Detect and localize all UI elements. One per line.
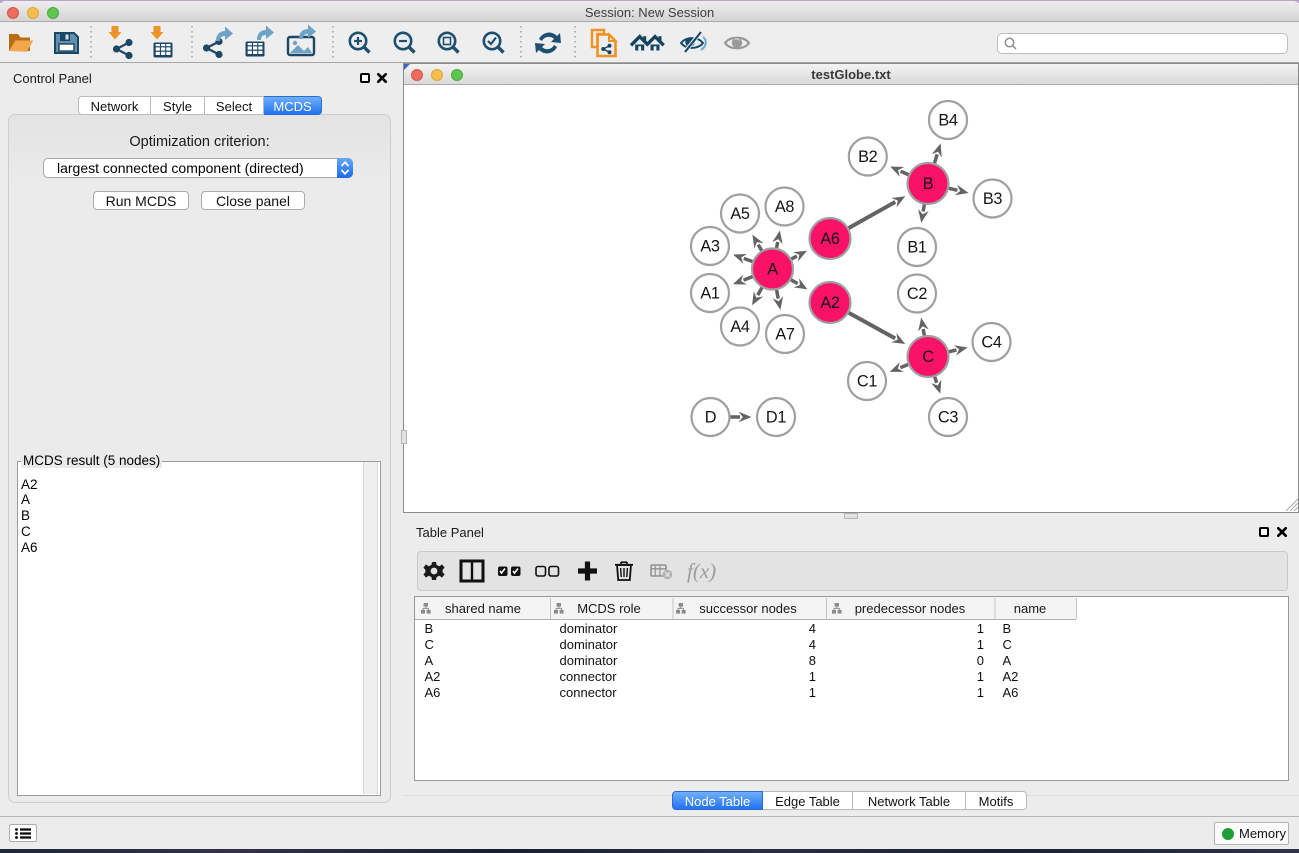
svg-text:A3: A3 [700, 237, 720, 255]
svg-text:C: C [922, 348, 934, 366]
svg-text:A6: A6 [820, 230, 840, 248]
svg-text:predecessor nodes: predecessor nodes [855, 601, 966, 616]
svg-text:C3: C3 [938, 408, 958, 426]
svg-text:D: D [705, 408, 716, 426]
svg-text:B: B [923, 175, 934, 193]
svg-text:B3: B3 [983, 190, 1003, 208]
svg-text:f(x): f(x) [687, 559, 716, 583]
svg-text:name: name [1014, 601, 1047, 616]
svg-text:successor nodes: successor nodes [699, 601, 797, 616]
svg-text:A: A [767, 260, 778, 278]
svg-text:shared name: shared name [445, 601, 521, 616]
svg-text:B2: B2 [858, 148, 878, 166]
svg-text:B1: B1 [907, 238, 927, 256]
svg-text:A2: A2 [820, 294, 840, 312]
svg-text:C2: C2 [907, 285, 927, 303]
svg-text:A7: A7 [775, 325, 795, 343]
svg-text:A5: A5 [730, 205, 750, 223]
svg-text:A4: A4 [730, 318, 750, 336]
svg-text:C4: C4 [981, 333, 1001, 351]
svg-text:MCDS role: MCDS role [577, 601, 641, 616]
svg-text:B4: B4 [938, 111, 958, 129]
svg-text:A8: A8 [775, 198, 795, 216]
svg-text:D1: D1 [766, 408, 786, 426]
svg-text:A1: A1 [700, 284, 720, 302]
svg-text:C1: C1 [857, 372, 877, 390]
